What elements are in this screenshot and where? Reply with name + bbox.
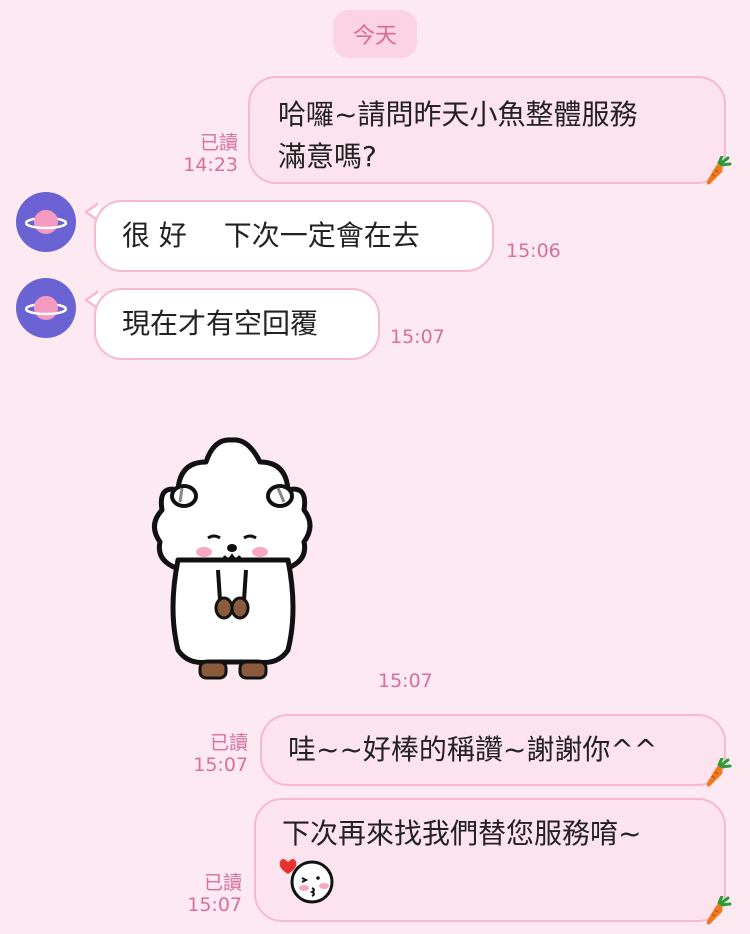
read-receipt: 已讀 [209, 732, 248, 754]
contact-avatar[interactable] [16, 192, 76, 252]
carrot-icon [706, 758, 732, 787]
message-meta: 已讀 14:23 [178, 132, 238, 176]
message-time: 14:23 [183, 154, 238, 176]
carrot-icon [706, 156, 732, 185]
planet-icon [25, 210, 67, 234]
message-time: 15:07 [187, 894, 242, 916]
message-time: 15:07 [390, 326, 445, 348]
message-text: 現在才有空回覆 [122, 307, 319, 340]
message-text: 哈囉~請問昨天小魚整體服務 滿意嗎? [278, 98, 638, 173]
message-time: 15:07 [193, 754, 248, 776]
read-receipt: 已讀 [203, 872, 242, 894]
outgoing-message-bubble[interactable]: 哇~~好棒的稱讚~謝謝你^^ [260, 714, 726, 786]
message-meta: 已讀 15:07 [182, 872, 242, 916]
kissing-face-heart-emoji [279, 859, 334, 904]
incoming-message-bubble[interactable]: 現在才有空回覆 [94, 288, 380, 360]
message-text: 下次再來找我們替您服務唷~ [282, 817, 642, 850]
white-sheep-bowing-sticker[interactable] [148, 430, 318, 690]
incoming-message-bubble[interactable]: 很 好 下次一定會在去 [94, 200, 494, 272]
contact-avatar[interactable] [16, 278, 76, 338]
carrot-icon [706, 896, 732, 925]
message-time: 15:07 [378, 670, 433, 692]
message-time: 15:06 [506, 240, 561, 262]
outgoing-message-bubble[interactable]: 哈囉~請問昨天小魚整體服務 滿意嗎? [248, 76, 726, 184]
date-divider: 今天 [333, 10, 417, 58]
planet-icon [25, 296, 67, 320]
message-meta: 已讀 15:07 [188, 732, 248, 776]
message-text: 哇~~好棒的稱讚~謝謝你^^ [288, 733, 658, 766]
outgoing-message-bubble[interactable]: 下次再來找我們替您服務唷~ [254, 798, 726, 922]
message-text: 很 好 下次一定會在去 [122, 219, 420, 252]
read-receipt: 已讀 [199, 132, 238, 154]
